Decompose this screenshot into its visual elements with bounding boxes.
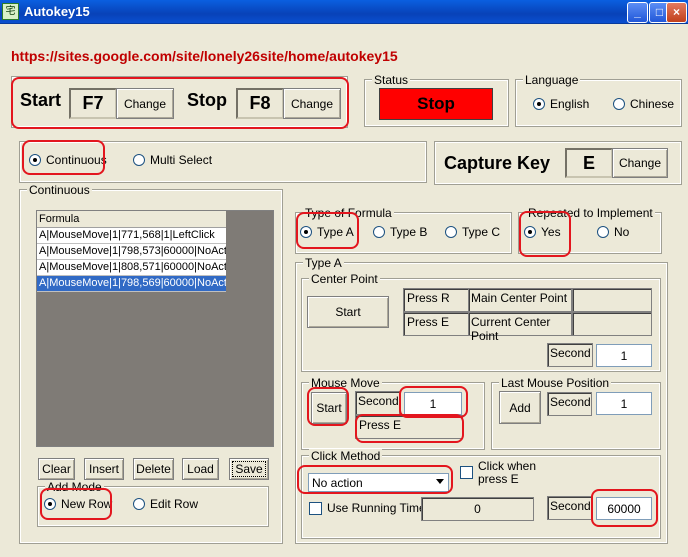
center-second-input[interactable]: 1 bbox=[596, 344, 652, 367]
repeated-no-radio[interactable]: No bbox=[597, 225, 629, 239]
list-item[interactable]: A|MouseMove|1|808,571|60000|NoAct bbox=[37, 260, 226, 276]
click-second-label: Second bbox=[547, 496, 592, 520]
radio-dot bbox=[133, 498, 145, 510]
mouse-move-second-label: Second bbox=[355, 391, 400, 415]
formula-list[interactable]: Formula A|MouseMove|1|771,568|1|LeftClic… bbox=[36, 210, 274, 447]
last-mouse-add-button[interactable]: Add bbox=[499, 391, 541, 424]
app-icon: 宅 bbox=[2, 3, 19, 20]
highlight-mouse-move-start bbox=[307, 387, 349, 426]
type-b-radio[interactable]: Type B bbox=[373, 225, 427, 239]
running-time-value: 0 bbox=[421, 497, 534, 521]
delete-button[interactable]: Delete bbox=[133, 458, 174, 480]
capture-key-label: Capture Key bbox=[444, 153, 551, 173]
insert-button[interactable]: Insert bbox=[84, 458, 124, 480]
current-center-point-label: Current Center Point bbox=[468, 312, 572, 343]
clear-button[interactable]: Clear bbox=[38, 458, 75, 480]
main-center-point-value bbox=[572, 288, 652, 312]
center-point-start-button[interactable]: Start bbox=[307, 296, 389, 328]
click-when-checkbox[interactable] bbox=[460, 466, 473, 479]
click-when-label: Click when press E bbox=[478, 459, 537, 486]
status-indicator: Stop bbox=[379, 88, 493, 120]
highlight-hotkeys bbox=[11, 77, 349, 129]
highlight-yes bbox=[519, 211, 571, 257]
window-title: Autokey15 bbox=[24, 4, 90, 19]
highlight-new-row bbox=[40, 488, 112, 520]
highlight-click-method bbox=[297, 465, 453, 494]
current-center-point-value bbox=[572, 312, 652, 336]
formula-column-header: Formula bbox=[37, 211, 226, 228]
highlight-type-a bbox=[296, 212, 359, 249]
capture-change-button[interactable]: Change bbox=[612, 148, 668, 178]
highlight-continuous bbox=[22, 140, 105, 175]
main-center-point-label: Main Center Point bbox=[468, 288, 572, 312]
center-second-label: Second bbox=[547, 343, 593, 367]
radio-dot bbox=[445, 226, 457, 238]
mode-multi-select-radio[interactable]: Multi Select bbox=[133, 153, 212, 167]
use-running-time-label: Use Running Time bbox=[327, 501, 426, 515]
radio-dot bbox=[133, 154, 145, 166]
radio-dot bbox=[373, 226, 385, 238]
list-item-selected[interactable]: A|MouseMove|1|798,569|60000|NoAct bbox=[37, 276, 226, 292]
highlight-click-second bbox=[591, 489, 658, 527]
language-english-radio[interactable]: English bbox=[533, 97, 589, 111]
language-chinese-radio[interactable]: Chinese bbox=[613, 97, 674, 111]
last-mouse-second-input[interactable]: 1 bbox=[596, 392, 652, 415]
radio-dot bbox=[533, 98, 545, 110]
title-bar bbox=[0, 0, 688, 24]
homepage-url[interactable]: https://sites.google.com/site/lonely26si… bbox=[11, 48, 398, 64]
load-button[interactable]: Load bbox=[182, 458, 219, 480]
save-button[interactable]: Save bbox=[229, 458, 269, 480]
minimize-button[interactable]: _ bbox=[627, 2, 648, 23]
list-item[interactable]: A|MouseMove|1|771,568|1|LeftClick bbox=[37, 228, 226, 244]
highlight-press-e bbox=[355, 414, 464, 443]
press-e-label: Press E bbox=[403, 312, 469, 336]
close-button[interactable]: × bbox=[666, 2, 687, 23]
last-mouse-second-label: Second bbox=[547, 392, 592, 416]
list-item[interactable]: A|MouseMove|1|798,573|60000|NoAct bbox=[37, 244, 226, 260]
radio-dot bbox=[613, 98, 625, 110]
use-running-time-checkbox[interactable] bbox=[309, 502, 322, 515]
add-mode-edit-row-radio[interactable]: Edit Row bbox=[133, 497, 198, 511]
radio-dot bbox=[597, 226, 609, 238]
type-c-radio[interactable]: Type C bbox=[445, 225, 500, 239]
capture-key-box: E bbox=[565, 148, 613, 178]
press-r-label: Press R bbox=[403, 288, 469, 312]
